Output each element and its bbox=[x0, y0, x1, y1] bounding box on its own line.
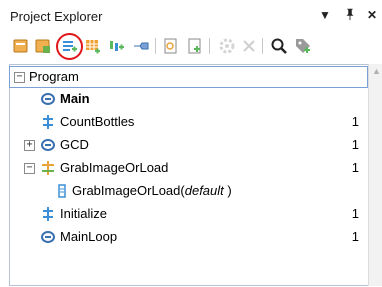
new-grid-icon bbox=[86, 40, 100, 54]
scroll-up-icon[interactable]: ▲ bbox=[372, 66, 381, 76]
expand-toggle[interactable]: + bbox=[24, 140, 35, 151]
close-button[interactable]: ✕ bbox=[364, 7, 380, 23]
panel-title: Project Explorer bbox=[10, 9, 103, 24]
export-button[interactable] bbox=[186, 37, 204, 55]
tree-item-label: GCD bbox=[60, 137, 89, 152]
pin-button[interactable] bbox=[342, 7, 358, 23]
sequence-icon bbox=[40, 114, 56, 130]
collapse-toggle[interactable]: − bbox=[24, 163, 35, 174]
usage-count: 1 bbox=[351, 137, 359, 152]
import-button[interactable] bbox=[162, 37, 180, 55]
sequence-icon bbox=[40, 206, 56, 222]
new-dataflow-icon bbox=[110, 41, 124, 51]
import-icon bbox=[164, 38, 177, 54]
panel-title-bar: Project Explorer ▼ ✕ bbox=[0, 0, 382, 30]
loop-icon bbox=[40, 137, 56, 153]
tree-item-label: Main bbox=[60, 91, 90, 106]
new-dataflow-button[interactable] bbox=[108, 37, 126, 55]
usage-count: 1 bbox=[351, 206, 359, 221]
tree-item-initialize[interactable]: Initialize 1 bbox=[10, 204, 367, 224]
new-sequence-icon bbox=[63, 41, 77, 52]
delete-button[interactable] bbox=[240, 37, 258, 55]
pin-icon bbox=[346, 8, 354, 21]
delete-icon bbox=[243, 40, 255, 52]
new-block-icon bbox=[134, 42, 149, 50]
settings-button[interactable] bbox=[218, 37, 236, 55]
new-sequence-button[interactable] bbox=[60, 37, 78, 55]
usage-count: 1 bbox=[351, 114, 359, 129]
new-program-icon bbox=[13, 39, 28, 53]
toolbar-separator bbox=[209, 38, 210, 54]
new-program-button[interactable] bbox=[12, 37, 30, 55]
toolbar-separator bbox=[262, 38, 263, 54]
panel-menu-button[interactable]: ▼ bbox=[317, 7, 333, 23]
tree-item-mainloop[interactable]: MainLoop 1 bbox=[10, 227, 367, 247]
loop-icon bbox=[40, 91, 56, 107]
tree-root-label: Program bbox=[29, 69, 79, 84]
tree-item-label: CountBottles bbox=[60, 114, 135, 129]
loop-icon bbox=[40, 229, 56, 245]
settings-icon bbox=[219, 38, 235, 54]
tree-root-program[interactable]: − Program bbox=[9, 66, 368, 88]
tag-button[interactable] bbox=[294, 37, 312, 55]
new-procedure-button[interactable] bbox=[34, 37, 52, 55]
collapse-toggle[interactable]: − bbox=[14, 72, 25, 83]
toolbar bbox=[0, 34, 382, 60]
tree-item-grabimageorload[interactable]: − GrabImageOrLoad 1 bbox=[10, 158, 367, 178]
tree-item-countbottles[interactable]: CountBottles 1 bbox=[10, 112, 367, 132]
export-icon bbox=[188, 38, 201, 54]
toolbar-separator bbox=[155, 38, 156, 54]
new-block-button[interactable] bbox=[132, 37, 150, 55]
tag-icon bbox=[296, 39, 310, 53]
search-icon bbox=[271, 38, 287, 54]
tree-item-main[interactable]: Main bbox=[10, 89, 367, 109]
new-grid-button[interactable] bbox=[84, 37, 102, 55]
search-button[interactable] bbox=[270, 37, 288, 55]
vertical-scrollbar[interactable]: ▲ bbox=[368, 64, 382, 286]
tree-item-label: GrabImageOrLoad(default ) bbox=[72, 183, 232, 198]
tree-item-label: Initialize bbox=[60, 206, 107, 221]
new-procedure-icon bbox=[35, 39, 50, 53]
tree-item-grabimageorload-default[interactable]: GrabImageOrLoad(default ) bbox=[10, 181, 367, 201]
tree-item-label: MainLoop bbox=[60, 229, 118, 244]
tree-item-label: GrabImageOrLoad bbox=[60, 160, 169, 175]
variant-icon bbox=[54, 183, 70, 199]
project-tree[interactable]: − Program Main CountBottles 1 + GCD 1 − … bbox=[9, 64, 370, 286]
tree-item-gcd[interactable]: + GCD 1 bbox=[10, 135, 367, 155]
variant-step-icon bbox=[40, 160, 56, 176]
usage-count: 1 bbox=[351, 229, 359, 244]
usage-count: 1 bbox=[351, 160, 359, 175]
